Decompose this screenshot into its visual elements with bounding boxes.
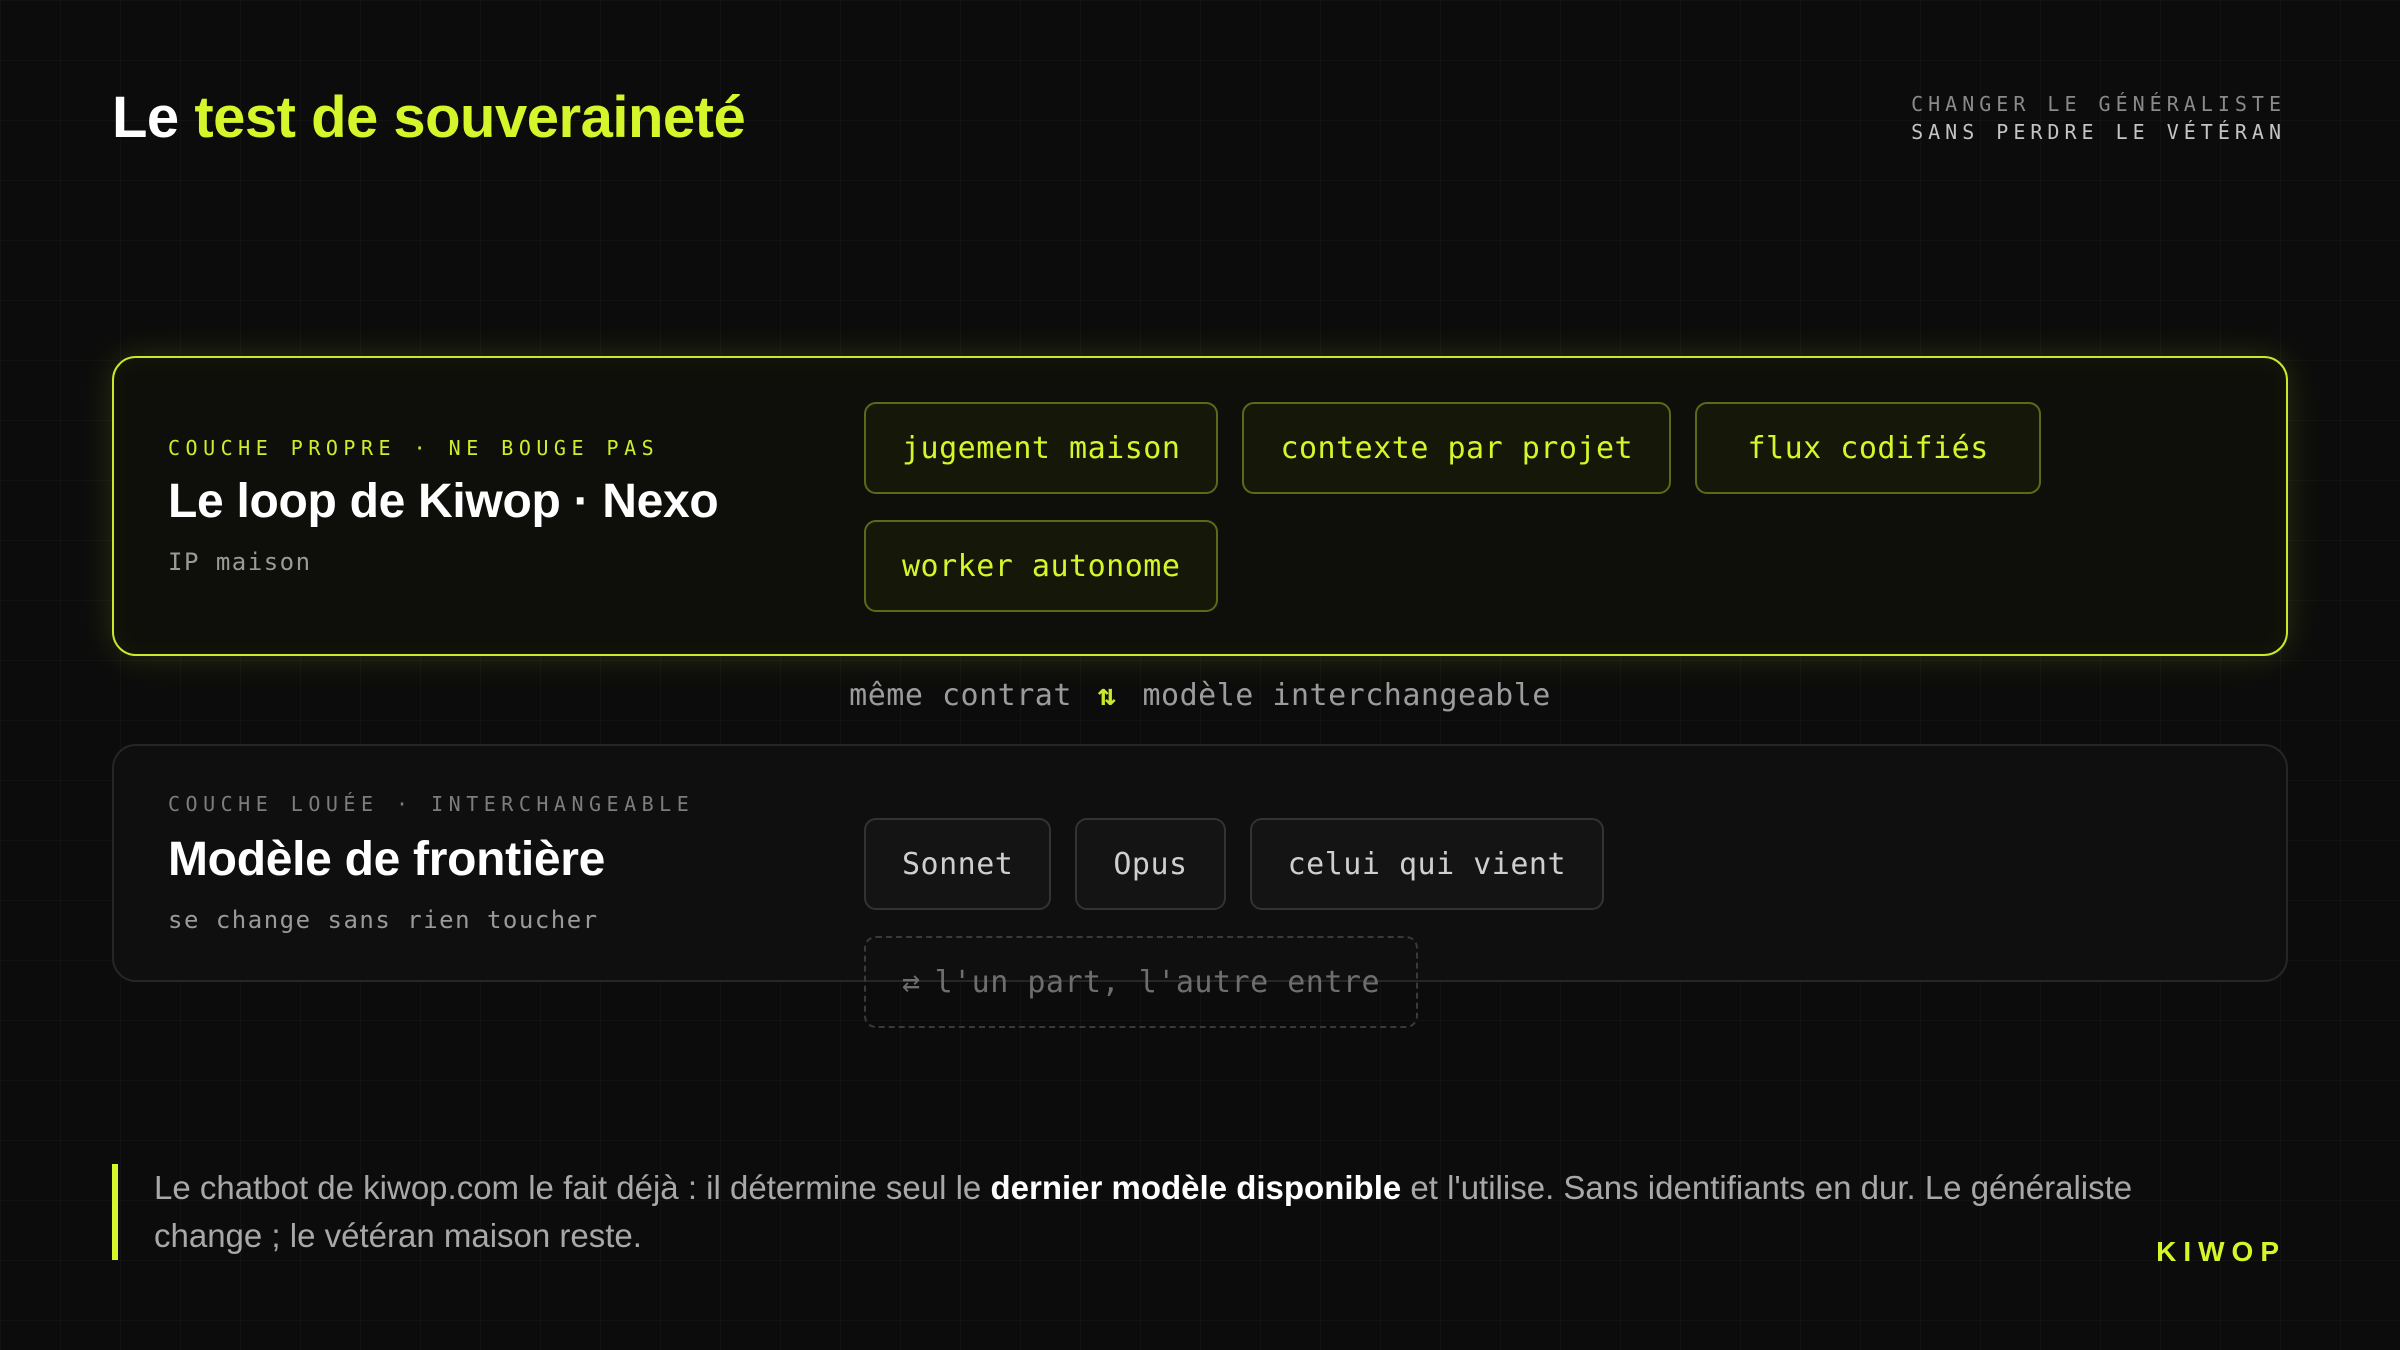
slide-title: Le test de souveraineté	[112, 84, 746, 151]
rented-layer-heading: Modèle de frontière	[168, 833, 606, 886]
chip-opus: Opus	[1075, 818, 1226, 910]
own-layer-eyebrow: COUCHE PROPRE · NE BOUGE PAS	[168, 436, 660, 460]
title-accent: test de souveraineté	[194, 85, 746, 150]
quote-text-before: Le chatbot de kiwop.com le fait déjà : i…	[154, 1169, 991, 1206]
rented-layer-subtitle: se change sans rien toucher	[168, 906, 599, 934]
rented-layer-panel: COUCHE LOUÉE · INTERCHANGEABLE Modèle de…	[112, 744, 2288, 1028]
connector-right-label: modèle interchangeable	[1142, 678, 1551, 713]
chip-swap-placeholder: ⇄ l'un part, l'autre entre	[864, 936, 1419, 1028]
footer-quote: Le chatbot de kiwop.com le fait déjà : i…	[112, 1164, 2212, 1260]
own-layer-chips: jugement maison contexte par projet flux…	[864, 402, 2064, 612]
own-layer-subtitle: IP maison	[168, 548, 312, 576]
swap-horizontal-icon: ⇄	[902, 964, 921, 1000]
brand-logo: KIWOP	[2156, 1236, 2286, 1267]
chip-celui-qui-vient: celui qui vient	[1249, 818, 1605, 910]
chip-worker-autonome: worker autonome	[864, 520, 1219, 612]
own-layer-panel: COUCHE PROPRE · NE BOUGE PAS Le loop de …	[112, 356, 2288, 656]
swap-chip-label: l'un part, l'autre entre	[934, 964, 1381, 1000]
chip-jugement-maison: jugement maison	[864, 402, 1219, 494]
quote-highlight: dernier modèle disponible	[990, 1169, 1402, 1206]
layer-connector: même contrat ⇅ modèle interchangeable	[0, 678, 2400, 713]
connector-left-label: même contrat	[849, 678, 1072, 713]
rented-layer-chips: Sonnet Opus celui qui vient ⇄ l'un part, …	[864, 818, 2064, 1028]
swap-vertical-icon: ⇅	[1097, 678, 1117, 713]
own-layer-heading: Le loop de Kiwop · Nexo	[168, 475, 719, 528]
title-prefix: Le	[112, 85, 195, 150]
chip-flux-codifies: flux codifiés	[1695, 402, 2042, 494]
rented-layer-eyebrow: COUCHE LOUÉE · INTERCHANGEABLE	[168, 792, 695, 816]
chip-sonnet: Sonnet	[864, 818, 1052, 910]
tagline: CHANGER LE GÉNÉRALISTE SANS PERDRE LE VÉ…	[1911, 90, 2286, 146]
tagline-line-1: CHANGER LE GÉNÉRALISTE	[1911, 92, 2286, 116]
tagline-line-2: SANS PERDRE LE VÉTÉRAN	[1911, 120, 2286, 144]
chip-contexte-par-projet: contexte par projet	[1242, 402, 1672, 494]
